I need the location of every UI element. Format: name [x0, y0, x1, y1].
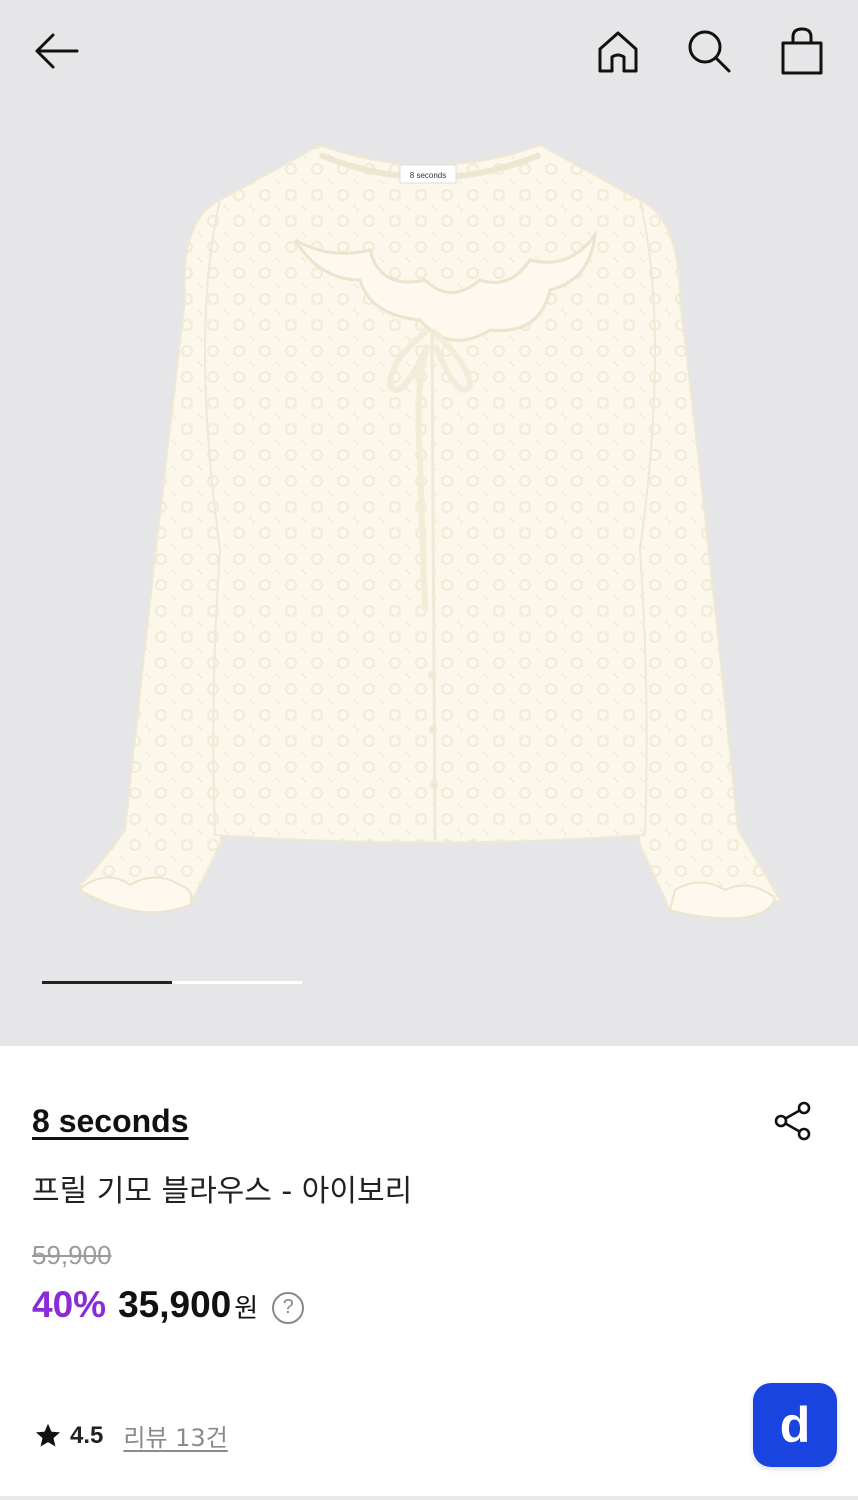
gallery-progress-fill — [42, 981, 172, 984]
back-button[interactable] — [28, 26, 84, 76]
search-button[interactable] — [682, 24, 736, 78]
product-image-gallery[interactable]: 8 seconds — [0, 0, 858, 1046]
shopping-bag-icon — [781, 27, 823, 75]
home-button[interactable] — [592, 26, 644, 78]
price-row: 40% 35,900 원 ? — [32, 1284, 305, 1328]
price-help-icon[interactable]: ? — [272, 1291, 305, 1324]
brand-link[interactable]: 8 seconds — [32, 1103, 189, 1140]
sale-price: 35,900 — [118, 1284, 232, 1325]
garment-label-text: 8 seconds — [410, 171, 446, 180]
star-icon — [35, 1423, 61, 1446]
rating-row: 4.5 리뷰 13건 — [34, 1418, 228, 1453]
search-icon — [688, 30, 731, 73]
home-icon — [598, 31, 638, 73]
bottom-divider — [0, 1496, 858, 1500]
discount-rate: 40% — [32, 1284, 107, 1325]
arrow-left-icon — [35, 33, 79, 69]
reviews-link[interactable]: 리뷰 13건 — [123, 1418, 227, 1453]
cart-button[interactable] — [774, 22, 830, 80]
share-button[interactable] — [770, 1098, 816, 1144]
currency-label: 원 — [234, 1294, 259, 1324]
product-title: 프릴 기모 블라우스 - 아이보리 — [32, 1174, 413, 1209]
floating-d-button[interactable]: d — [753, 1383, 837, 1467]
original-price: 59,900 — [32, 1240, 112, 1270]
share-icon — [774, 1101, 811, 1141]
rating-score: 4.5 — [70, 1421, 104, 1449]
gallery-progress-bar — [42, 981, 302, 984]
product-image: 8 seconds — [78, 143, 782, 920]
